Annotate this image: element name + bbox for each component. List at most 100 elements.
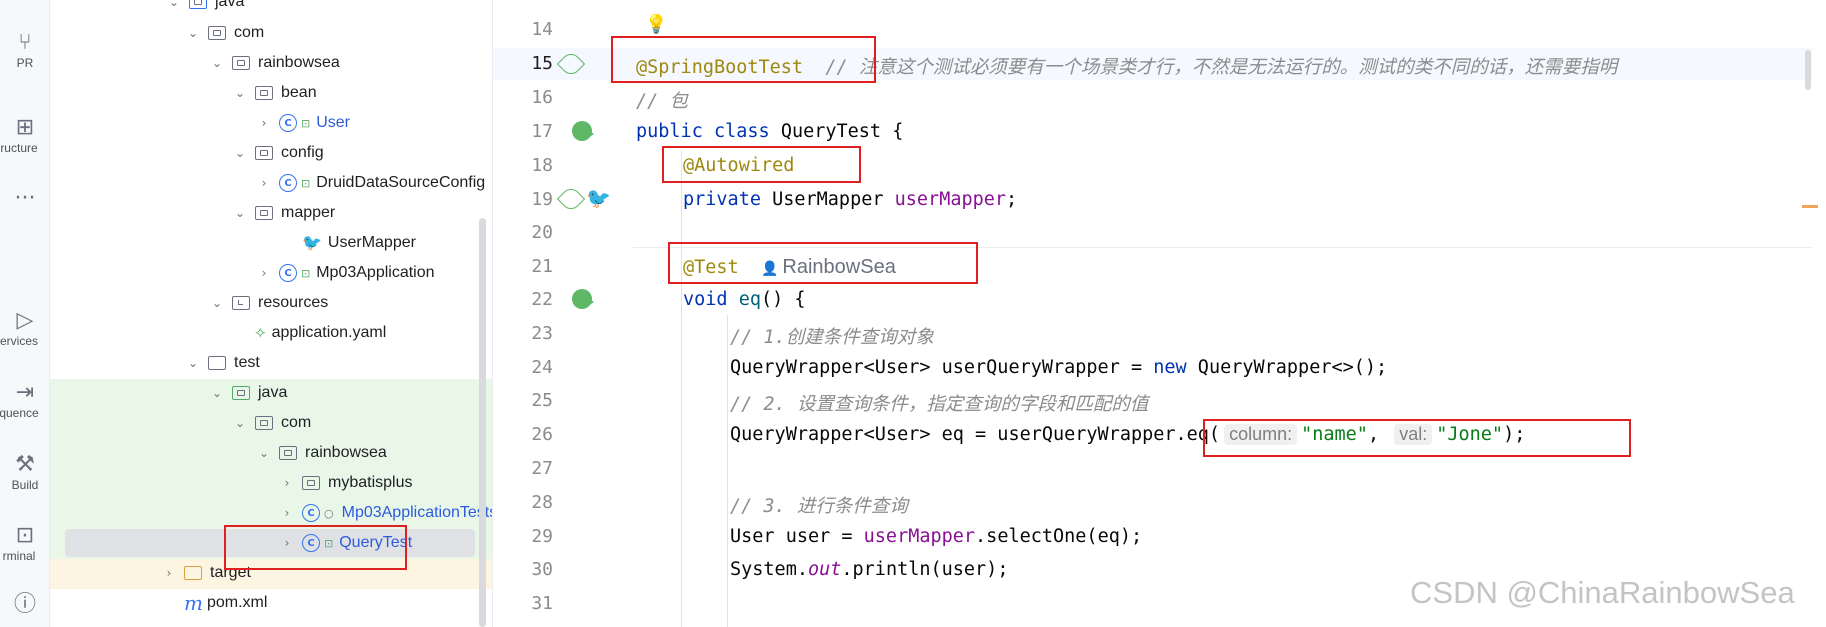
line-number: 29 (531, 526, 553, 547)
tree-item-label: mybatisplus (328, 474, 413, 491)
mybatis-bird-icon: 🐦 (302, 235, 322, 252)
method-name: eq (738, 289, 761, 310)
line-number: 25 (531, 390, 553, 411)
tree-item-java-test[interactable]: ⌄ java (210, 378, 287, 408)
error-stripe-marker[interactable] (1802, 205, 1818, 208)
chevron-down-icon: ⌄ (187, 26, 199, 40)
package-icon (255, 146, 273, 160)
tree-item-label: bean (281, 84, 317, 101)
code-line-23: // 1.创建条件查询对象 (730, 323, 934, 349)
pull-request-icon: ⑂ (18, 30, 32, 55)
line-number: 28 (531, 492, 553, 513)
services-tool-label: ervices (0, 334, 38, 348)
chevron-down-icon: ⌄ (234, 86, 246, 100)
tree-item-application-yaml[interactable]: ⟡ application.yaml (233, 318, 386, 348)
tree-item-bean[interactable]: ⌄ bean (233, 78, 317, 108)
more-tools-button[interactable]: ··· (0, 186, 49, 212)
structure-tool-label: ructure (0, 141, 38, 155)
sequence-tool-button[interactable]: ⇥ quence (0, 380, 49, 420)
line-number-current: 15 (531, 53, 553, 74)
line-number: 27 (531, 458, 553, 479)
tree-item-config[interactable]: ⌄ config (233, 138, 324, 168)
code-line-19: private UserMapper userMapper; (683, 189, 1017, 210)
tree-item-label: java (258, 384, 288, 401)
tree-scrollbar[interactable] (479, 218, 486, 627)
line-number: 19 (531, 189, 553, 210)
tree-item-label: User (316, 114, 350, 131)
public-access-icon: ⊡ (301, 266, 311, 280)
tree-item-druid-config[interactable]: › C ⊡ DruidDataSourceConfig (257, 168, 485, 198)
method-params: () { (760, 289, 806, 310)
tree-item-com[interactable]: ⌄ com (186, 18, 264, 48)
tree-item-pom-xml[interactable]: m pom.xml (162, 588, 267, 618)
tree-item-mybatisplus[interactable]: › mybatisplus (280, 468, 413, 498)
run-test-icon[interactable] (572, 121, 594, 141)
keyword-class: class (713, 121, 770, 142)
commit-tool-label: ommit (0, 0, 49, 2)
chevron-down-icon: ⌄ (258, 446, 270, 460)
tree-item-label: config (281, 144, 324, 161)
tree-item-mapper[interactable]: ⌄ mapper (233, 198, 335, 228)
terminal-tool-button[interactable]: ⊡ rminal (0, 523, 49, 563)
chevron-down-icon: ⌄ (234, 206, 246, 220)
chevron-down-icon: ⌄ (211, 56, 223, 70)
tree-item-rainbowsea[interactable]: ⌄ rainbowsea (210, 48, 340, 78)
spring-config-icon: ⟡ (255, 324, 266, 341)
sequence-icon: ⇥ (15, 380, 35, 405)
indent-guide (727, 315, 728, 627)
field-name: userMapper (863, 526, 976, 547)
tree-item-label: DruidDataSourceConfig (316, 174, 486, 191)
test-source-folder-icon (232, 386, 250, 400)
tree-item-label: resources (258, 294, 329, 311)
mybatis-bird-icon[interactable]: 🐦 (586, 186, 611, 210)
line-number: 17 (531, 121, 553, 142)
package-icon (255, 86, 273, 100)
line-number: 14 (531, 19, 553, 40)
structure-icon: ⊞ (15, 115, 35, 140)
run-test-method-icon[interactable] (572, 289, 594, 309)
structure-tool-button[interactable]: ⊞ ructure (0, 115, 49, 155)
tree-item-mp03application[interactable]: › C ⊡ Mp03Application (257, 258, 435, 288)
tree-item-mp03applicationtests[interactable]: › C ○ Mp03ApplicationTests (280, 498, 492, 528)
code-comment: // 注意这个测试必须要有一个场景类才行，不然是无法运行的。测试的类不同的话，还… (825, 57, 1618, 78)
tree-item-test[interactable]: ⌄ test (186, 348, 260, 378)
line-number: 20 (531, 222, 553, 243)
highlight-box-springboottest (611, 36, 876, 83)
highlight-box-eq-call (1203, 419, 1631, 457)
tree-item-java-main[interactable]: ⌄ java (167, 0, 244, 17)
highlight-box-querytest (224, 525, 407, 570)
spring-boot-class-icon: C (279, 264, 297, 282)
line-number: 18 (531, 155, 553, 176)
code-line-22: void eq() { (683, 289, 806, 310)
tree-item-label: application.yaml (271, 324, 387, 341)
class-declaration: QueryTest { (780, 121, 904, 142)
services-tool-button[interactable]: ▷ ervices (0, 308, 49, 348)
code-line-29: User user = userMapper.selectOne(eq); (730, 526, 1142, 547)
tree-item-user[interactable]: › C ⊡ User (257, 108, 350, 138)
chevron-down-icon: ⌄ (211, 386, 223, 400)
tree-item-label: pom.xml (206, 594, 268, 611)
indent-guide (681, 150, 682, 627)
chevron-right-icon: › (284, 476, 290, 490)
tree-item-label: UserMapper (327, 234, 416, 251)
line-number: 30 (531, 559, 553, 580)
intention-bulb-icon[interactable]: 💡 (645, 14, 667, 35)
tree-item-rainbowsea-test[interactable]: ⌄ rainbowsea (257, 438, 387, 468)
pull-request-tool-label: PR (16, 56, 34, 70)
line-number: 21 (531, 256, 553, 277)
chevron-right-icon: › (261, 176, 267, 190)
keyword-public: public (636, 121, 703, 142)
build-tool-button[interactable]: ⚒ Build (0, 452, 49, 492)
tree-item-usermapper[interactable]: 🐦 UserMapper (280, 228, 416, 258)
tree-item-com-test[interactable]: ⌄ com (233, 408, 311, 438)
package-icon (279, 446, 297, 460)
pull-request-tool-button[interactable]: ⑂ PR (0, 30, 49, 70)
watermark: CSDN @ChinaRainbowSea (1410, 575, 1795, 610)
problems-tool-button[interactable]: ⓘ (0, 592, 49, 618)
commit-tool-button[interactable]: ommit (0, 0, 49, 2)
keyword-void: void (683, 289, 728, 310)
keyword-private: private (683, 189, 761, 210)
editor-scrollbar[interactable] (1805, 50, 1811, 90)
tree-item-resources[interactable]: ⌄ resources (210, 288, 328, 318)
code-comment: // 包 (636, 91, 688, 112)
